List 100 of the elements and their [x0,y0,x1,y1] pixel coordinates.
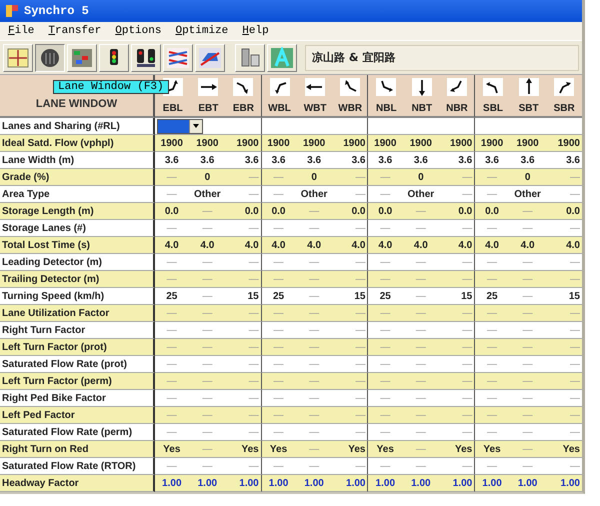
column-label: SBR [554,103,575,114]
table-cell[interactable]: 1.00 [226,475,262,492]
table-cell: — [226,390,262,407]
table-cell: — [262,373,298,390]
table-cell: — [262,407,298,424]
table-cell: Yes [368,441,404,458]
menu-item[interactable]: Help [242,25,269,37]
table-cell[interactable]: 1.00 [510,475,546,492]
table-cell: 4.0 [332,237,368,254]
table-cell: — [155,305,191,322]
column-label: WBT [304,103,326,114]
table-cell: — [297,203,333,220]
table-cell: — [475,169,511,186]
table-cell: — [190,203,226,220]
table-cell: 4.0 [546,237,582,254]
column-label: WBL [268,103,291,114]
row-label: Ideal Satd. Flow (vphpl) [0,135,155,152]
row-label: Lane Width (m) [0,152,155,169]
table-cell: — [190,373,226,390]
table-cell: 3.6 [440,152,476,169]
table-cell: — [546,305,582,322]
column-label: EBL [162,103,183,114]
table-cell: — [226,424,262,441]
table-cell: 1900 [155,135,191,152]
table-cell: — [404,339,440,356]
table-cell: 0 [510,169,546,186]
menu-item[interactable]: Optimize [175,25,228,37]
table-cell: — [297,271,333,288]
table-cell: — [368,169,404,186]
row-label: Total Lost Time (s) [0,237,155,254]
table-cell: — [332,356,368,373]
row-label: Leading Detector (m) [0,254,155,271]
table-cell[interactable]: 1.00 [332,475,368,492]
table-cell[interactable]: 1.00 [368,475,404,492]
table-cell: — [297,373,333,390]
table-cell[interactable]: 1.00 [546,475,582,492]
table-cell[interactable]: 1.00 [475,475,511,492]
table-cell: 1900 [440,135,476,152]
table-cell: — [226,407,262,424]
table-cell[interactable]: 1.00 [440,475,476,492]
menu-item[interactable]: File [8,25,34,37]
table-cell: 1900 [510,135,546,152]
table-cell: 4.0 [297,237,333,254]
map-icon [6,46,30,68]
table-cell[interactable]: 1.00 [155,475,191,492]
table-cell[interactable]: 1.00 [262,475,298,492]
menu-item[interactable]: Options [115,25,162,37]
row-label: Right Turn on Red [0,441,155,458]
table-cell[interactable]: 1.00 [297,475,333,492]
row-label: Lane Utilization Factor [0,305,155,322]
table-cell: — [226,458,262,475]
table-cell: — [262,186,298,203]
toolbar-button[interactable] [35,44,65,72]
table-cell: — [404,305,440,322]
table-cell: — [155,339,191,356]
table-cell: 1900 [190,135,226,152]
table-cell: — [155,373,191,390]
table-cell: 3.6 [226,152,262,169]
table-cell: Yes [440,441,476,458]
menu-item[interactable]: Transfer [48,25,102,37]
table-cell: 4.0 [155,237,191,254]
table-cell: 1900 [332,135,368,152]
table-cell: 1900 [368,135,404,152]
table-cell: — [332,339,368,356]
table-cell: — [404,271,440,288]
lane-select[interactable] [157,118,203,134]
table-cell[interactable]: 1.00 [404,475,440,492]
table-cell: 0 [190,169,226,186]
table-cell: — [155,407,191,424]
column-label: EBT [198,103,218,114]
row-label: Storage Length (m) [0,203,155,220]
row-label: Area Type [0,186,155,203]
table-cell: — [297,407,333,424]
table-cell: 4.0 [226,237,262,254]
table-cell: — [262,322,298,339]
table-cell: — [332,458,368,475]
table-cell: — [546,407,582,424]
row-label: Headway Factor [0,475,155,492]
row-label: Grade (%) [0,169,155,186]
row-label: Trailing Detector (m) [0,271,155,288]
table-cell: — [440,407,476,424]
table-cell: — [440,186,476,203]
table-cell: — [332,271,368,288]
table-cell: 0.0 [262,203,298,220]
table-cell[interactable]: 1.00 [190,475,226,492]
table-cell: 3.6 [262,152,298,169]
table-cell: — [546,169,582,186]
table-cell: — [332,305,368,322]
table-cell: — [510,441,546,458]
row-label: Right Ped Bike Factor [0,390,155,407]
table-cell: — [440,305,476,322]
table-cell: 0 [404,169,440,186]
tooltip: Lane Window (F3) [53,80,169,94]
table-cell: 0.0 [226,203,262,220]
row-label: Turning Speed (km/h) [0,288,155,305]
table-cell: — [190,441,226,458]
column-label: SBT [518,103,539,114]
table-cell: Yes [332,441,368,458]
row-label: Lanes and Sharing (#RL) [0,118,155,135]
table-cell: Yes [546,441,582,458]
